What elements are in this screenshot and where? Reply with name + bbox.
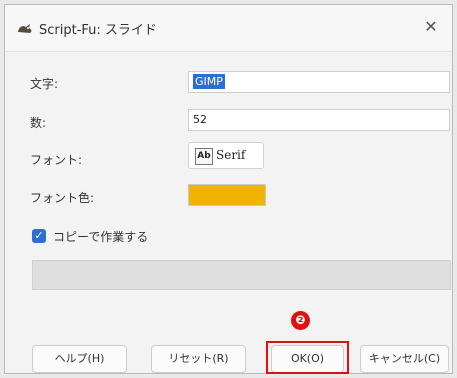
font-label: フォント:	[30, 153, 83, 167]
cancel-button[interactable]: キャンセル(C)	[360, 345, 449, 373]
text-label: 文字:	[30, 77, 59, 91]
copy-checkbox-label: コピーで作業する	[53, 230, 149, 244]
title-bar: Script-Fu: スライド ✕	[5, 5, 452, 52]
step-marker: ❷	[291, 311, 310, 330]
window-title: Script-Fu: スライド	[39, 23, 157, 38]
font-color-label: フォント色:	[30, 191, 95, 205]
font-picker-button[interactable]: Ab Serif	[188, 142, 264, 169]
ok-highlight-box	[266, 341, 349, 374]
script-fu-dialog: Script-Fu: スライド ✕ 文字: GIMP 数: 52 フォント: A…	[4, 4, 453, 374]
count-input[interactable]: 52	[188, 109, 450, 131]
font-color-button[interactable]	[188, 184, 266, 206]
close-icon[interactable]: ✕	[420, 16, 442, 38]
text-input-value: GIMP	[193, 74, 225, 89]
copy-checkbox[interactable]: ✓	[32, 229, 46, 243]
font-icon: Ab	[195, 148, 213, 165]
text-input[interactable]: GIMP	[188, 71, 450, 93]
progress-bar	[32, 260, 451, 290]
gimp-wilber-icon	[18, 24, 32, 33]
count-label: 数:	[30, 116, 47, 130]
reset-button[interactable]: リセット(R)	[151, 345, 246, 373]
font-name: Serif	[216, 148, 246, 162]
help-button[interactable]: ヘルプ(H)	[32, 345, 127, 373]
